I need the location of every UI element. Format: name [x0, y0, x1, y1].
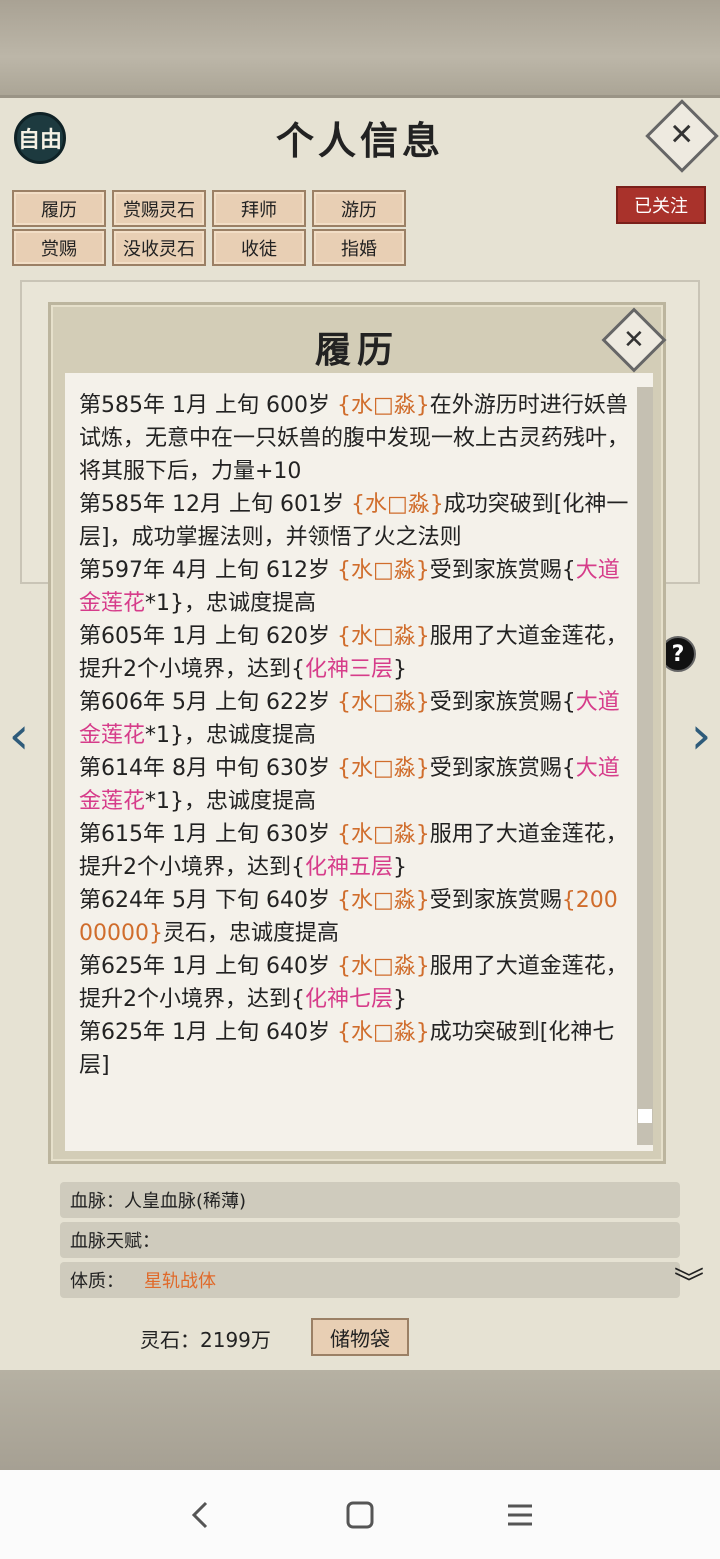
highlight-text: 化神三层 [305, 657, 394, 682]
follow-button[interactable]: 已关注 [616, 186, 706, 224]
character-name: {水□淼} [336, 624, 430, 649]
scroll-thumb[interactable] [638, 1109, 652, 1123]
character-name: {水□淼} [336, 756, 430, 781]
log-text: 第605年 1月 上旬 620岁 [79, 624, 337, 649]
bloodline-talent-label: 血脉天赋： [70, 1231, 160, 1252]
log-text: 第624年 5月 下旬 640岁 [79, 888, 337, 913]
top-background [0, 0, 720, 95]
log-text: 第615年 1月 上旬 630岁 [79, 822, 337, 847]
log-entry: 第597年 4月 上旬 612岁 {水□淼}受到家族赏赐{大道金莲花*1}，忠诚… [79, 554, 629, 620]
log-entry: 第606年 5月 上旬 622岁 {水□淼}受到家族赏赐{大道金莲花*1}，忠诚… [79, 686, 629, 752]
character-name: {水□淼} [336, 822, 430, 847]
log-text: 第585年 1月 上旬 600岁 [79, 393, 337, 418]
physique-label: 体质： [70, 1271, 124, 1292]
menu-icon[interactable] [500, 1495, 540, 1535]
page-title: 个人信息 [275, 118, 444, 163]
log-entry: 第615年 1月 上旬 630岁 {水□淼}服用了大道金莲花，提升2个小境界，达… [79, 818, 629, 884]
log-text: 受到家族赏赐{ [429, 690, 576, 715]
tab-apprentice[interactable]: 拜师 [212, 190, 306, 227]
back-icon[interactable] [180, 1495, 220, 1535]
log-text: } [393, 657, 408, 682]
physique-row: 体质： 星轨战体 [60, 1262, 680, 1298]
resume-modal: 履历 ✕ 第585年 1月 上旬 600岁 {水□淼}在外游历时进行妖兽试炼，无… [48, 302, 667, 1164]
log-entry: 第625年 1月 上旬 640岁 {水□淼}服用了大道金莲花，提升2个小境界，达… [79, 950, 629, 1016]
log-text: *1}，忠诚度提高 [145, 723, 317, 748]
log-text: } [393, 855, 408, 880]
log-entry: 第624年 5月 下旬 640岁 {水□淼}受到家族赏赐{20000000}灵石… [79, 884, 629, 950]
log-text: 受到家族赏赐{ [429, 558, 576, 583]
physique-value: 星轨战体 [144, 1271, 216, 1292]
bloodline-row: 血脉： 人皇血脉(稀薄) [60, 1182, 680, 1218]
log-entry: 第614年 8月 中旬 630岁 {水□淼}受到家族赏赐{大道金莲花*1}，忠诚… [79, 752, 629, 818]
tab-confiscate-stones[interactable]: 没收灵石 [112, 229, 206, 266]
log-text: 灵石，忠诚度提高 [162, 921, 339, 946]
close-icon: ✕ [669, 117, 695, 153]
log-text: 第625年 1月 上旬 640岁 [79, 954, 337, 979]
bloodline-label: 血脉： [70, 1191, 124, 1212]
home-icon[interactable] [340, 1495, 380, 1535]
close-icon: ✕ [623, 324, 645, 355]
tab-take-disciple[interactable]: 收徒 [212, 229, 306, 266]
chevron-left-icon[interactable]: ‹ [4, 706, 34, 766]
tab-marriage[interactable]: 指婚 [312, 229, 406, 266]
log-entry: 第605年 1月 上旬 620岁 {水□淼}服用了大道金莲花，提升2个小境界，达… [79, 620, 629, 686]
highlight-text: 化神七层 [305, 987, 394, 1012]
log-text: 受到家族赏赐{ [429, 756, 576, 781]
bloodline-talent-row: 血脉天赋： [60, 1222, 680, 1258]
character-name: {水□淼} [336, 888, 430, 913]
log-text: *1}，忠诚度提高 [145, 789, 317, 814]
log-text: 第597年 4月 上旬 612岁 [79, 558, 337, 583]
log-entry: 第585年 1月 上旬 600岁 {水□淼}在外游历时进行妖兽试炼，无意中在一只… [79, 389, 629, 488]
log-text: *1}，忠诚度提高 [145, 591, 317, 616]
log-text: 受到家族赏赐 [429, 888, 562, 913]
log-text: 第625年 1月 上旬 640岁 [79, 1020, 337, 1045]
tab-reward-stones[interactable]: 赏赐灵石 [112, 190, 206, 227]
character-name: {水□淼} [350, 492, 444, 517]
log-entry: 第585年 12月 上旬 601岁 {水□淼}成功突破到[化神一层]，成功掌握法… [79, 488, 629, 554]
resume-log[interactable]: 第585年 1月 上旬 600岁 {水□淼}在外游历时进行妖兽试炼，无意中在一只… [65, 373, 653, 1151]
system-nav-bar [0, 1470, 720, 1559]
character-name: {水□淼} [336, 393, 430, 418]
bloodline-value: 人皇血脉(稀薄) [124, 1191, 247, 1212]
character-name: {水□淼} [336, 1020, 430, 1045]
log-text: } [393, 987, 408, 1012]
highlight-text: 化神五层 [305, 855, 394, 880]
chevron-right-icon[interactable]: › [686, 706, 716, 766]
tab-resume[interactable]: 履历 [12, 190, 106, 227]
log-entry: 第625年 1月 上旬 640岁 {水□淼}成功突破到[化神七层] [79, 1016, 629, 1082]
storage-bag-button[interactable]: 储物袋 [311, 1318, 409, 1356]
bottom-background [0, 1370, 720, 1470]
tab-reward[interactable]: 赏赐 [12, 229, 106, 266]
chevron-down-double-icon[interactable]: ︾ [674, 1258, 704, 1302]
log-text: 第614年 8月 中旬 630岁 [79, 756, 337, 781]
character-name: {水□淼} [336, 558, 430, 583]
log-text: 第606年 5月 上旬 622岁 [79, 690, 337, 715]
log-scrollbar[interactable] [637, 387, 653, 1145]
log-text: 第585年 12月 上旬 601岁 [79, 492, 351, 517]
character-name: {水□淼} [336, 690, 430, 715]
spirit-stone-count: 灵石：2199万 [140, 1328, 271, 1352]
character-name: {水□淼} [336, 954, 430, 979]
modal-title: 履历 [314, 329, 399, 371]
tab-travel[interactable]: 游历 [312, 190, 406, 227]
